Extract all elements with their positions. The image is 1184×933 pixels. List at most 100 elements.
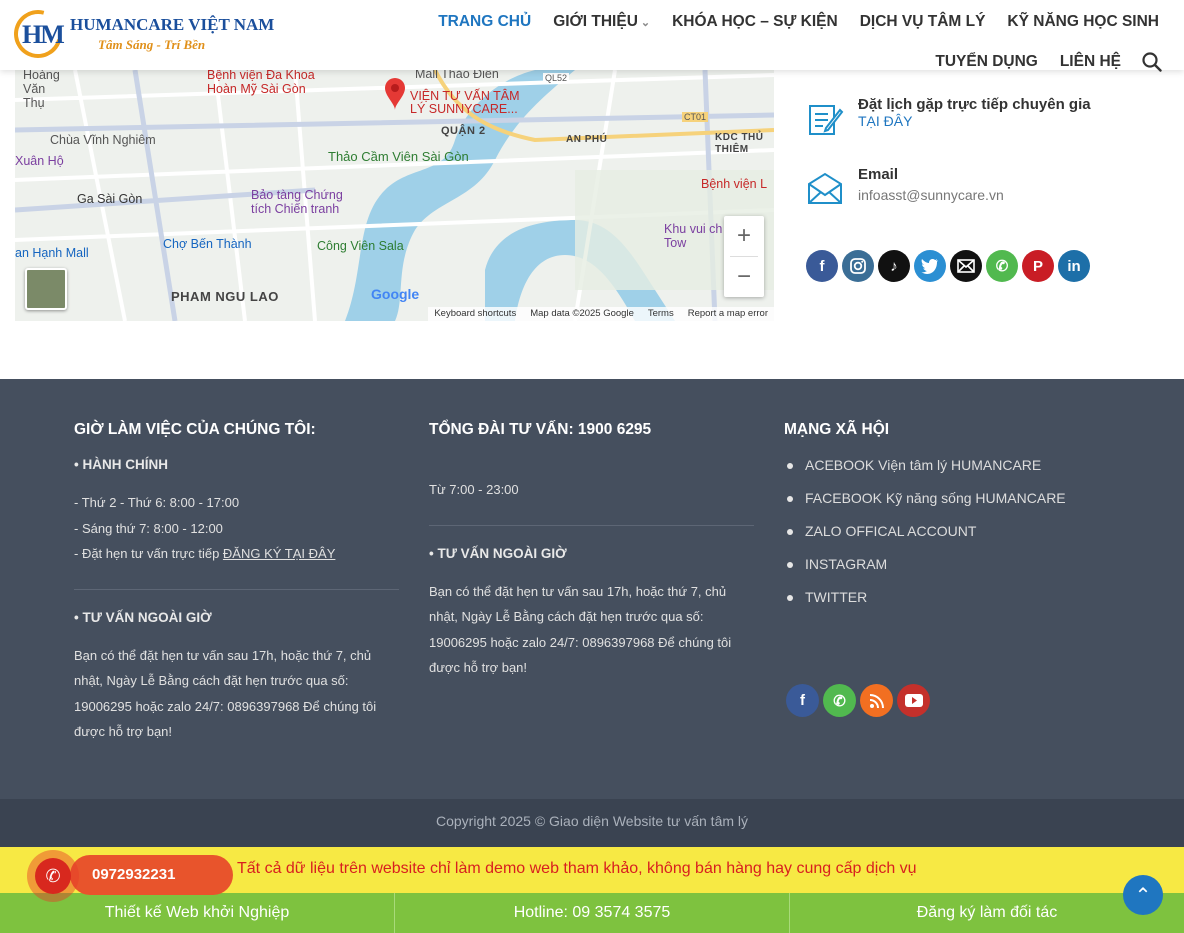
floating-hotline[interactable]: 0972932231: [70, 855, 233, 895]
booking-link[interactable]: TẠI ĐÂY: [858, 113, 912, 129]
instagram-icon[interactable]: [842, 250, 874, 282]
twitter-icon[interactable]: [914, 250, 946, 282]
logo-mark: HM: [5, 1, 71, 67]
map-label: Bệnh viện Đa Khoa Hoàn Mỹ Sài Gòn: [207, 70, 315, 96]
footer-social-title: MẠNG XÃ HỘI: [784, 421, 890, 438]
divider: [74, 588, 399, 590]
contact-info: Đặt lịch gặp trực tiếp chuyên gia TẠI ĐÂ…: [806, 96, 1166, 236]
search-icon: [1142, 52, 1162, 72]
phone-icon[interactable]: ✆: [986, 250, 1018, 282]
linkedin-icon[interactable]: in: [1058, 250, 1090, 282]
site-logo[interactable]: HM HUMANCARE VIỆT NAM Tâm Sáng - Trí Bền: [5, 1, 275, 67]
youtube-icon[interactable]: [897, 684, 930, 717]
keyboard-shortcuts-link[interactable]: Keyboard shortcuts: [434, 308, 516, 320]
footer-col-hotline: TỔNG ĐÀI TƯ VẤN: 1900 6295 Từ 7:00 - 23:…: [429, 421, 754, 681]
copyright-bar: Copyright 2025 © Giao diện Website tư vấ…: [0, 799, 1184, 847]
search-button[interactable]: [1132, 50, 1170, 90]
site-footer: GIỜ LÀM VIỆC CỦA CHÚNG TÔI: • HÀNH CHÍNH…: [0, 379, 1184, 799]
nav-item-skills[interactable]: KỸ NĂNG HỌC SINH: [996, 10, 1170, 50]
social-link-list: ACEBOOK Viện tâm lý HUMANCARE FACEBOOK K…: [784, 457, 1109, 605]
map-label: KDC THỦ THIÊM: [715, 132, 764, 155]
map-label: Hoàng Văn Thụ: [23, 70, 60, 110]
chevron-down-icon: ⌄: [640, 17, 651, 29]
map-pin-label: VIỆN TƯ VẤN TÂM LÝ SUNNYCARE...: [410, 89, 520, 116]
footer-social-icons: f ✆: [786, 684, 930, 717]
footer-admin-subtitle: • HÀNH CHÍNH: [74, 457, 168, 472]
map-label: Công Viên Sala: [317, 239, 404, 253]
tiktok-icon[interactable]: ♪: [878, 250, 910, 282]
facebook-icon[interactable]: f: [786, 684, 819, 717]
hotline-button[interactable]: Hotline: 09 3574 3575: [395, 893, 790, 933]
social-link[interactable]: ZALO OFFICAL ACCOUNT: [784, 523, 1109, 539]
calendar-edit-icon: [809, 105, 844, 135]
footer-hours-title: GIỜ LÀM VIỆC CỦA CHÚNG TÔI:: [74, 421, 316, 438]
email-icon[interactable]: [950, 250, 982, 282]
booking-row: Đặt lịch gặp trực tiếp chuyên gia TẠI ĐÂ…: [806, 96, 1166, 138]
footer-col-social: MẠNG XÃ HỘI ACEBOOK Viện tâm lý HUMANCAR…: [784, 421, 1109, 622]
google-map[interactable]: VIỆN TƯ VẤN TÂM LÝ SUNNYCARE... Hoàng Vă…: [15, 70, 774, 321]
map-label: an Hạnh Mall: [15, 246, 89, 260]
footer-afterhours-subtitle: • TƯ VẤN NGOÀI GIỜ: [74, 609, 212, 625]
map-label: Chùa Vĩnh Nghiêm: [50, 133, 156, 147]
google-logo: Google: [371, 286, 420, 302]
brand-tagline: Tâm Sáng - Trí Bền: [98, 37, 206, 52]
booking-title: Đặt lịch gặp trực tiếp chuyên gia: [858, 96, 1091, 113]
social-link[interactable]: FACEBOOK Kỹ năng sống HUMANCARE: [784, 490, 1109, 506]
nav-item-contact[interactable]: LIÊN HỆ: [1049, 50, 1132, 90]
map-label: Chợ Bến Thành: [163, 237, 252, 251]
phone-icon: ✆: [35, 858, 71, 894]
nav-item-careers[interactable]: TUYỂN DỤNG: [924, 50, 1048, 90]
facebook-icon[interactable]: f: [806, 250, 838, 282]
social-link[interactable]: TWITTER: [784, 589, 1109, 605]
phone-icon[interactable]: ✆: [823, 684, 856, 717]
email-row: Email infoasst@sunnycare.vn: [806, 166, 1166, 208]
zoom-out-button[interactable]: −: [724, 257, 764, 297]
map-data-text: Map data ©2025 Google: [530, 308, 634, 319]
floating-call-button[interactable]: ✆: [27, 850, 79, 902]
email-value: infoasst@sunnycare.vn: [858, 187, 1004, 203]
brand-name: HUMANCARE VIỆT NAM: [70, 15, 275, 34]
footer-afterhours-text: Bạn có thể đặt hẹn tư vấn sau 17h, hoặc …: [74, 647, 377, 740]
footer-hotline-hours: Từ 7:00 - 23:00: [429, 482, 519, 497]
demo-notice-text: Tất cả dữ liệu trên website chỉ làm demo…: [237, 860, 917, 877]
site-header: HM HUMANCARE VIỆT NAM Tâm Sáng - Trí Bền…: [0, 0, 1184, 72]
map-label: CT01: [682, 112, 709, 122]
rss-icon[interactable]: [860, 684, 893, 717]
divider: [429, 524, 754, 526]
footer-afterhours-text: Bạn có thể đặt hẹn tư vấn sau 17h, hoặc …: [429, 583, 732, 676]
footer-col-hours: GIỜ LÀM VIỆC CỦA CHÚNG TÔI: • HÀNH CHÍNH…: [74, 421, 399, 745]
map-label: Thảo Cầm Viên Sài Gòn: [328, 149, 469, 164]
report-error-link[interactable]: Report a map error: [688, 308, 768, 320]
register-link[interactable]: ĐĂNG KÝ TẠI ĐÂY: [223, 546, 335, 561]
social-link[interactable]: INSTAGRAM: [784, 556, 1109, 572]
envelope-icon: [808, 172, 842, 204]
nav-item-services[interactable]: DỊCH VỤ TÂM LÝ: [849, 10, 997, 50]
zoom-control: + −: [724, 216, 764, 297]
footer-hours-line: - Sáng thứ 7: 8:00 - 12:00: [74, 520, 223, 536]
map-label: AN PHÚ: [566, 134, 608, 145]
map-label: Bệnh viện L: [701, 177, 768, 191]
pinterest-icon[interactable]: P: [1022, 250, 1054, 282]
map-attribution: Keyboard shortcuts Map data ©2025 Google…: [428, 307, 774, 321]
satellite-toggle[interactable]: [25, 268, 67, 310]
footer-appointment-line: - Đặt hẹn tư vấn trực tiếp ĐĂNG KÝ TẠI Đ…: [74, 546, 336, 561]
email-title: Email: [858, 166, 899, 183]
map-label: QUẬN 2: [441, 125, 486, 137]
footer-hours-line: - Thứ 2 - Thứ 6: 8:00 - 17:00: [74, 495, 240, 510]
zoom-in-button[interactable]: +: [724, 216, 764, 256]
map-label: Xuân Hộ: [15, 154, 64, 168]
back-to-top-button[interactable]: ⌃: [1123, 875, 1163, 915]
nav-item-home[interactable]: TRANG CHỦ: [427, 10, 542, 50]
chevron-up-icon: ⌃: [1134, 884, 1152, 907]
nav-item-about[interactable]: GIỚI THIỆU ⌄: [542, 10, 661, 50]
social-link[interactable]: ACEBOOK Viện tâm lý HUMANCARE: [784, 457, 1109, 473]
map-label: PHAM NGU LAO: [171, 289, 279, 304]
main-nav: TRANG CHỦ GIỚI THIỆU ⌄ KHÓA HỌC – SỰ KIỆN…: [330, 10, 1170, 90]
terms-link[interactable]: Terms: [648, 308, 674, 320]
nav-item-courses[interactable]: KHÓA HỌC – SỰ KIỆN: [661, 10, 849, 50]
footer-afterhours-subtitle: • TƯ VẤN NGOÀI GIỜ: [429, 545, 567, 561]
social-icons: f ♪ ✆ P in: [806, 250, 1090, 282]
map-label: Ga Sài Gòn: [77, 192, 143, 206]
footer-hotline-title: TỔNG ĐÀI TƯ VẤN: 1900 6295: [429, 421, 652, 438]
map-label: Bảo tàng Chứng tích Chiến tranh: [251, 188, 343, 216]
